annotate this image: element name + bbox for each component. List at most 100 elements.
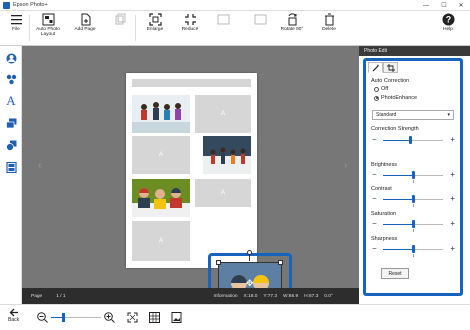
- panel-header: Photo Edit: [359, 46, 470, 56]
- reduce-icon: [184, 14, 196, 25]
- enhance-mode-select[interactable]: Standard ▾: [372, 110, 454, 120]
- bottom-bar: Back: [0, 304, 470, 330]
- placeholder-slot-3[interactable]: A: [132, 136, 190, 174]
- profile-icon[interactable]: [5, 52, 17, 64]
- fit-screen-icon[interactable]: [127, 312, 138, 323]
- zoom-slider-thumb[interactable]: [62, 313, 65, 322]
- zoom-out-icon[interactable]: [37, 312, 48, 323]
- auto-photo-layout-button[interactable]: Auto Photo Layout: [34, 13, 62, 37]
- fit-button[interactable]: [215, 13, 231, 27]
- rotate-handle[interactable]: [247, 250, 252, 255]
- status-bar: Page 1 / 1 Information X:18.0 Y:77.3 W:6…: [22, 288, 359, 304]
- help-button[interactable]: ? Help: [440, 13, 456, 32]
- next-page-arrow[interactable]: ›: [344, 160, 347, 171]
- flip-button[interactable]: [252, 13, 268, 27]
- ski-photo: [203, 136, 251, 174]
- add-page-icon: [81, 13, 90, 26]
- panel-tabs: [368, 62, 398, 74]
- contrast-slider[interactable]: − +: [370, 194, 455, 207]
- enlarge-icon: [148, 13, 162, 26]
- help-label: Help: [443, 27, 453, 32]
- resize-handle-tl[interactable]: [216, 260, 221, 265]
- back-button[interactable]: Back: [8, 308, 19, 323]
- background-icon[interactable]: [5, 139, 17, 151]
- auto-correction-label: Auto Correction: [371, 78, 410, 84]
- back-label: Back: [8, 317, 20, 323]
- x-value: X:18.0: [243, 293, 258, 299]
- correction-strength-slider[interactable]: − +: [370, 135, 455, 145]
- magic-wand-icon: [372, 64, 379, 71]
- text-icon[interactable]: A: [5, 93, 17, 108]
- file-button[interactable]: File: [8, 13, 24, 32]
- placeholder-slot-7[interactable]: A: [132, 221, 190, 261]
- delete-button[interactable]: Delete: [320, 13, 338, 32]
- back-arrow-icon: [9, 308, 18, 317]
- layout-icon[interactable]: [5, 161, 17, 173]
- rotate-label: Rotate 90°: [280, 27, 304, 32]
- title-placeholder[interactable]: [132, 79, 251, 87]
- add-page-button[interactable]: Add Page: [73, 13, 97, 32]
- contrast-thumb[interactable]: [411, 195, 415, 203]
- stamp-icon[interactable]: [5, 73, 17, 85]
- maximize-button[interactable]: ☐: [436, 0, 452, 11]
- rotate-icon: [288, 13, 296, 26]
- fit-icon: [217, 14, 229, 25]
- y-value: Y:77.3: [263, 293, 278, 299]
- chevron-down-icon: ▾: [447, 112, 450, 118]
- reduce-button[interactable]: Reduce: [180, 13, 200, 32]
- rotate-button[interactable]: Rotate 90°: [280, 13, 304, 32]
- left-sidebar: A: [0, 46, 22, 304]
- trash-icon: [324, 13, 334, 26]
- brightness-slider[interactable]: − +: [370, 170, 455, 183]
- file-label: File: [12, 27, 20, 32]
- frame-icon[interactable]: [5, 117, 17, 129]
- placeholder-slot-6[interactable]: A: [195, 179, 251, 207]
- radio-photoenhance[interactable]: PhotoEnhance: [374, 95, 417, 101]
- auto-layout-icon: [42, 13, 54, 26]
- group-photo: [132, 179, 190, 217]
- enlarge-label: Enlarge: [146, 27, 164, 32]
- family-photo-1: [132, 95, 190, 133]
- brightness-label: Brightness: [371, 162, 397, 168]
- photo-slot-1[interactable]: [132, 95, 190, 133]
- photo-slot-5[interactable]: [132, 179, 190, 217]
- grid-icon[interactable]: [149, 312, 160, 323]
- app-icon: [3, 1, 10, 9]
- enlarge-button[interactable]: Enlarge: [145, 13, 165, 32]
- photo-edit-panel: Auto Correction Off PhotoEnhance Standar…: [363, 58, 463, 296]
- title-bar: Epson Photo+ — ☐ ✕: [0, 0, 470, 11]
- angle-value: 0.0°: [324, 293, 333, 299]
- tab-crop[interactable]: [383, 62, 398, 73]
- copy-button[interactable]: [112, 13, 128, 27]
- radio-off-label: Off: [381, 86, 389, 92]
- radio-off[interactable]: Off: [374, 86, 388, 92]
- resize-handle-tr[interactable]: [278, 260, 283, 265]
- delete-label: Delete: [322, 27, 336, 32]
- sharpness-label: Sharpness: [371, 236, 398, 242]
- contrast-label: Contrast: [371, 186, 392, 192]
- window-title: Epson Photo+: [13, 2, 48, 8]
- saturation-slider[interactable]: − +: [370, 219, 455, 232]
- saturation-label: Saturation: [371, 211, 397, 217]
- sharpness-thumb[interactable]: [411, 245, 415, 253]
- preview-icon[interactable]: [171, 312, 182, 323]
- sharpness-slider[interactable]: − +: [370, 244, 455, 257]
- menu-icon: [10, 15, 22, 25]
- tab-auto-correction[interactable]: [368, 62, 383, 73]
- placeholder-slot-2[interactable]: A: [195, 95, 251, 133]
- correction-strength-thumb[interactable]: [408, 136, 412, 144]
- reset-button[interactable]: Reset: [381, 268, 409, 279]
- enhance-mode-value: Standard: [376, 112, 397, 118]
- minimize-button[interactable]: —: [418, 0, 434, 11]
- prev-page-arrow[interactable]: ‹: [38, 160, 41, 171]
- h-value: H:67.3: [304, 293, 319, 299]
- brightness-thumb[interactable]: [411, 171, 415, 179]
- photo-slot-4[interactable]: [203, 136, 251, 174]
- saturation-thumb[interactable]: [411, 220, 415, 228]
- zoom-in-icon[interactable]: [104, 312, 115, 323]
- w-value: W:66.9: [283, 293, 299, 299]
- editing-canvas[interactable]: ‹ › A A A A ✥: [22, 46, 359, 317]
- page-indicator: 1 / 1: [56, 293, 66, 299]
- close-button[interactable]: ✕: [453, 0, 469, 11]
- correction-strength-label: Correction Strength: [371, 126, 419, 132]
